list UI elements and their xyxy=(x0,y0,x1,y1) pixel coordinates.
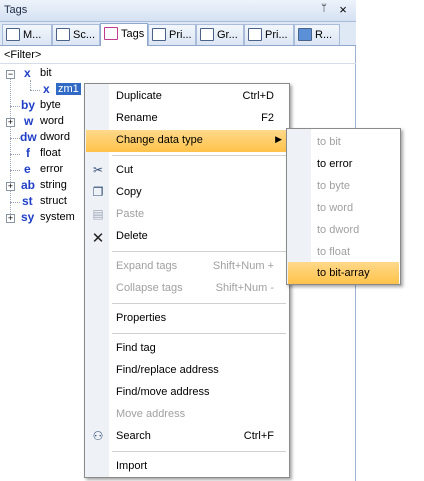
submenu-item-to-bit-array[interactable]: to bit-array xyxy=(288,262,399,284)
menu-item-find-replace-address[interactable]: Find/replace address xyxy=(86,360,288,382)
expand-icon[interactable]: + xyxy=(6,182,15,191)
tree-node-error[interactable]: e error xyxy=(0,162,84,178)
submenu-item-to-word: to word xyxy=(317,202,354,214)
tree-node-label: dword xyxy=(40,131,70,143)
tag-type-icon: x xyxy=(43,82,50,96)
paste-icon: ▤ xyxy=(92,207,104,221)
tree-node-word[interactable]: + w word xyxy=(0,114,84,130)
menu-item-change-data-type[interactable]: Change data type ▶ xyxy=(86,130,288,152)
tree-node-float[interactable]: f float xyxy=(0,146,84,162)
tab-printer[interactable]: Pri... xyxy=(148,24,196,45)
tag-type-icon: f xyxy=(26,146,30,160)
bucket-icon xyxy=(298,28,312,41)
menu-item-properties[interactable]: Properties xyxy=(86,308,288,330)
menu-item-duplicate[interactable]: Duplicate Ctrl+D xyxy=(86,86,288,108)
tag-type-icon: by xyxy=(21,98,36,112)
tag-type-icon: x xyxy=(24,66,31,80)
tree-node-string[interactable]: + ab string xyxy=(0,178,84,194)
tree-node-label: system xyxy=(40,211,75,223)
menu-separator xyxy=(112,451,286,452)
submenu-item-to-dword: to dword xyxy=(317,224,360,236)
tag-type-icon: w xyxy=(24,114,34,128)
tab-page[interactable]: Pri... xyxy=(244,24,294,45)
filter-divider xyxy=(0,63,356,64)
tree-node-label: word xyxy=(40,115,64,127)
tab-graph[interactable]: Gr... xyxy=(196,24,244,45)
tree-node-label: byte xyxy=(40,99,61,111)
pin-icon[interactable]: ᛘ xyxy=(318,3,330,17)
menu-item-rename[interactable]: Rename F2 xyxy=(86,108,288,130)
menu-item-import[interactable]: Import xyxy=(86,456,288,478)
tree-node-system[interactable]: + sy system xyxy=(0,210,84,226)
tab-script[interactable]: Sc... xyxy=(52,24,100,45)
expand-icon[interactable]: + xyxy=(6,118,15,127)
tree-node-label: float xyxy=(40,147,61,159)
submenu-item-to-byte: to byte xyxy=(317,180,351,192)
menu-separator xyxy=(112,251,286,252)
binoculars-icon: ⚇ xyxy=(92,429,104,443)
tag-type-icon: dw xyxy=(20,130,37,144)
submenu-item-to-bit: to bit xyxy=(317,136,341,148)
expand-icon[interactable]: + xyxy=(6,214,15,223)
menu-item-cut[interactable]: ✂ Cut xyxy=(86,160,288,182)
tags-icon xyxy=(104,27,118,40)
tab-tags[interactable]: Tags xyxy=(100,23,148,46)
page-icon xyxy=(248,28,262,41)
submenu-item-to-error[interactable]: to error xyxy=(288,153,399,175)
menu-item-find-move-address[interactable]: Find/move address xyxy=(86,382,288,404)
submenu-item-to-float: to float xyxy=(317,246,351,258)
close-icon[interactable]: × xyxy=(336,2,350,18)
tree-node-struct[interactable]: st struct xyxy=(0,194,84,210)
tab-bucket[interactable]: R... xyxy=(294,24,340,45)
tag-type-icon: st xyxy=(22,194,33,208)
printer-icon xyxy=(152,28,166,41)
menu-separator xyxy=(112,303,286,304)
tab-bar: M... Sc... Tags Pri... Gr... Pri... R... xyxy=(0,22,356,46)
script-icon xyxy=(56,28,70,41)
tree-node-zm1[interactable]: x zm1 xyxy=(0,82,84,98)
tag-type-icon: ab xyxy=(21,178,36,192)
menu-item-paste: ▤ Paste xyxy=(86,204,288,226)
menu-item-collapse-tags: Collapse tags Shift+Num - xyxy=(116,282,274,294)
copy-icon: ❐ xyxy=(92,185,104,199)
tree-node-label: error xyxy=(40,163,64,175)
filter-row[interactable]: <Filter> xyxy=(4,49,41,61)
submenu-arrow-icon: ▶ xyxy=(275,134,282,144)
tree-node-byte[interactable]: by byte xyxy=(0,98,84,114)
menu-item-search[interactable]: ⚇ Search Ctrl+F xyxy=(86,426,288,448)
tree-node-dword[interactable]: dw dword xyxy=(0,130,84,146)
graph-icon xyxy=(200,28,214,41)
menu-item-expand-tags: Expand tags Shift+Num + xyxy=(116,260,274,272)
monitor-icon xyxy=(6,28,20,41)
change-data-type-submenu: to bit to error to byte to word to dword… xyxy=(286,128,401,285)
tag-type-icon: sy xyxy=(21,210,35,224)
tree-node-bit[interactable]: − x bit xyxy=(0,66,84,82)
tag-type-icon: e xyxy=(24,162,31,176)
context-menu: Duplicate Ctrl+D Rename F2 Change data t… xyxy=(84,83,290,478)
menu-separator xyxy=(112,333,286,334)
delete-x-icon: ✕ xyxy=(91,230,105,247)
menu-item-move-address: Move address xyxy=(116,408,186,420)
menu-separator xyxy=(112,155,286,156)
panel-title: Tags xyxy=(4,4,28,16)
collapse-icon[interactable]: − xyxy=(6,70,15,79)
menu-item-delete[interactable]: ✕ Delete xyxy=(86,226,288,248)
tree-node-label: string xyxy=(40,179,67,191)
scissors-icon: ✂ xyxy=(92,163,104,177)
menu-item-copy[interactable]: ❐ Copy xyxy=(86,182,288,204)
tree-node-label: struct xyxy=(40,195,67,207)
panel-titlebar: Tags ᛘ × xyxy=(0,0,356,22)
tree-node-label: bit xyxy=(40,67,52,79)
tree-node-label: zm1 xyxy=(56,83,81,95)
tab-monitor[interactable]: M... xyxy=(2,24,52,45)
menu-item-find-tag[interactable]: Find tag xyxy=(86,338,288,360)
